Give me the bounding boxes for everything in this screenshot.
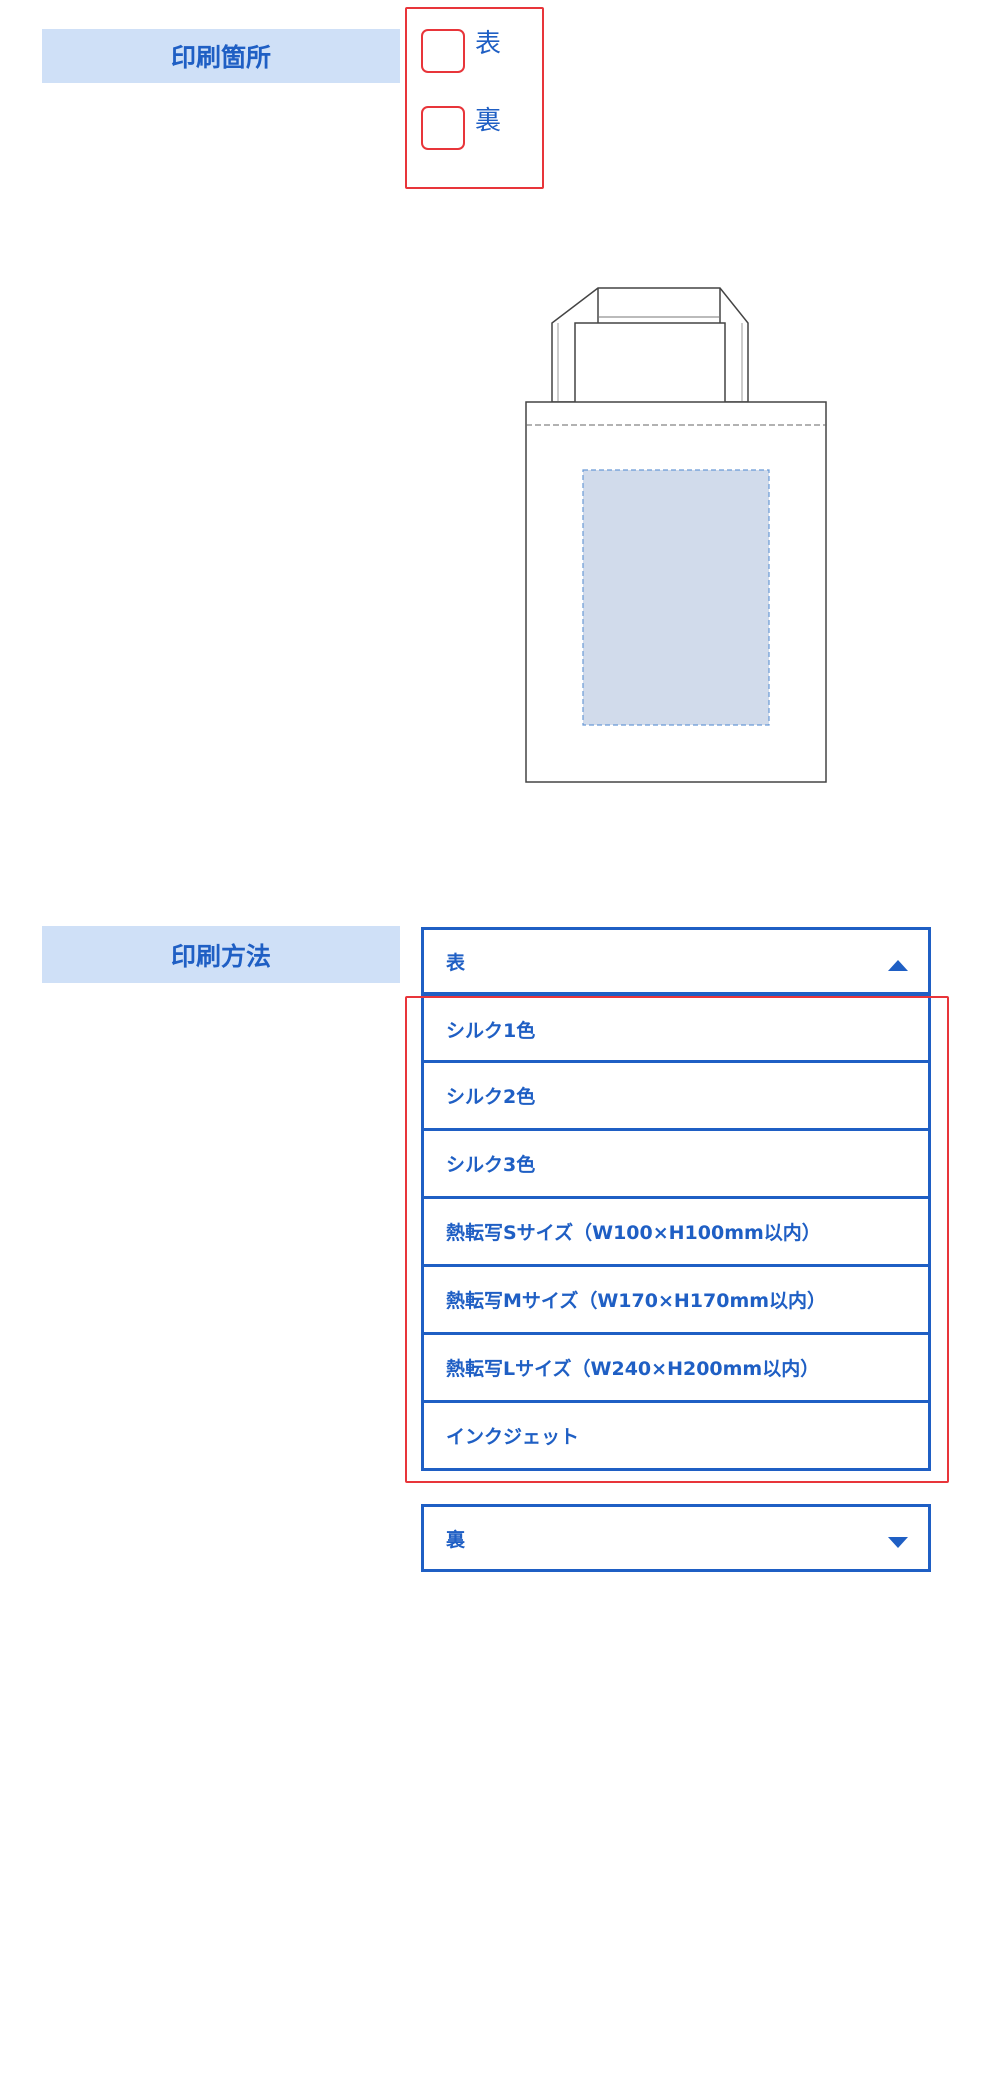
front-print-method-select[interactable]: 表 bbox=[421, 927, 931, 995]
back-checkbox[interactable] bbox=[421, 106, 465, 150]
print-location-label: 印刷箇所 bbox=[42, 29, 400, 83]
options-highlight bbox=[405, 996, 949, 1483]
print-location-label-text: 印刷箇所 bbox=[170, 43, 271, 72]
back-checkbox-label: 裏 bbox=[475, 105, 502, 136]
bag-handle bbox=[551, 287, 749, 403]
chevron-up-icon bbox=[888, 960, 908, 971]
print-location-option-back[interactable]: 裏 bbox=[421, 106, 501, 150]
front-checkbox-label: 表 bbox=[475, 28, 502, 59]
front-select-value: 表 bbox=[446, 951, 466, 974]
chevron-down-icon bbox=[888, 1537, 908, 1548]
tote-bag-illustration bbox=[525, 287, 827, 783]
back-print-method-select[interactable]: 裏 bbox=[421, 1504, 931, 1572]
print-method-label-text: 印刷方法 bbox=[170, 941, 271, 971]
print-area bbox=[582, 469, 770, 726]
print-location-option-front[interactable]: 表 bbox=[421, 29, 501, 73]
front-checkbox[interactable] bbox=[421, 29, 465, 73]
print-method-label: 印刷方法 bbox=[42, 926, 400, 983]
back-select-value: 裏 bbox=[446, 1528, 466, 1551]
